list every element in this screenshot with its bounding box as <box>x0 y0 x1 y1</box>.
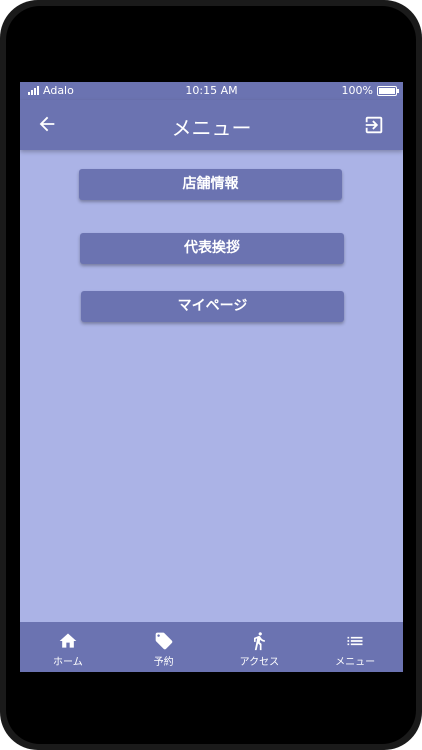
app-screen: Adalo 10:15 AM 100% メニュー 店舗情報 代表挨拶 マイページ… <box>20 82 403 672</box>
tab-reservation[interactable]: 予約 <box>116 622 212 672</box>
status-bar: Adalo 10:15 AM 100% <box>20 82 403 100</box>
tab-label: ホーム <box>53 657 83 668</box>
greeting-button[interactable]: 代表挨拶 <box>80 233 344 264</box>
battery-info: 100% <box>341 84 399 97</box>
battery-percent: 100% <box>341 84 373 97</box>
list-icon <box>347 636 363 646</box>
page-title: メニュー <box>171 116 252 140</box>
tab-home[interactable]: ホーム <box>20 622 116 672</box>
bottom-tab-bar: ホーム 予約 アクセス メニュー <box>20 622 403 672</box>
mypage-button[interactable]: マイページ <box>81 291 344 322</box>
tab-label: アクセス <box>239 657 280 668</box>
tag-icon <box>155 632 172 650</box>
walk-icon <box>254 632 266 651</box>
exit-icon[interactable] <box>363 114 385 136</box>
battery-icon <box>377 85 399 96</box>
app-header: メニュー <box>20 100 403 150</box>
store-info-button[interactable]: 店舗情報 <box>79 169 342 200</box>
home-icon <box>59 633 77 648</box>
tab-label: 予約 <box>153 657 174 668</box>
tab-access[interactable]: アクセス <box>212 622 308 672</box>
tab-label: メニュー <box>335 657 376 668</box>
tab-menu[interactable]: メニュー <box>307 622 403 672</box>
